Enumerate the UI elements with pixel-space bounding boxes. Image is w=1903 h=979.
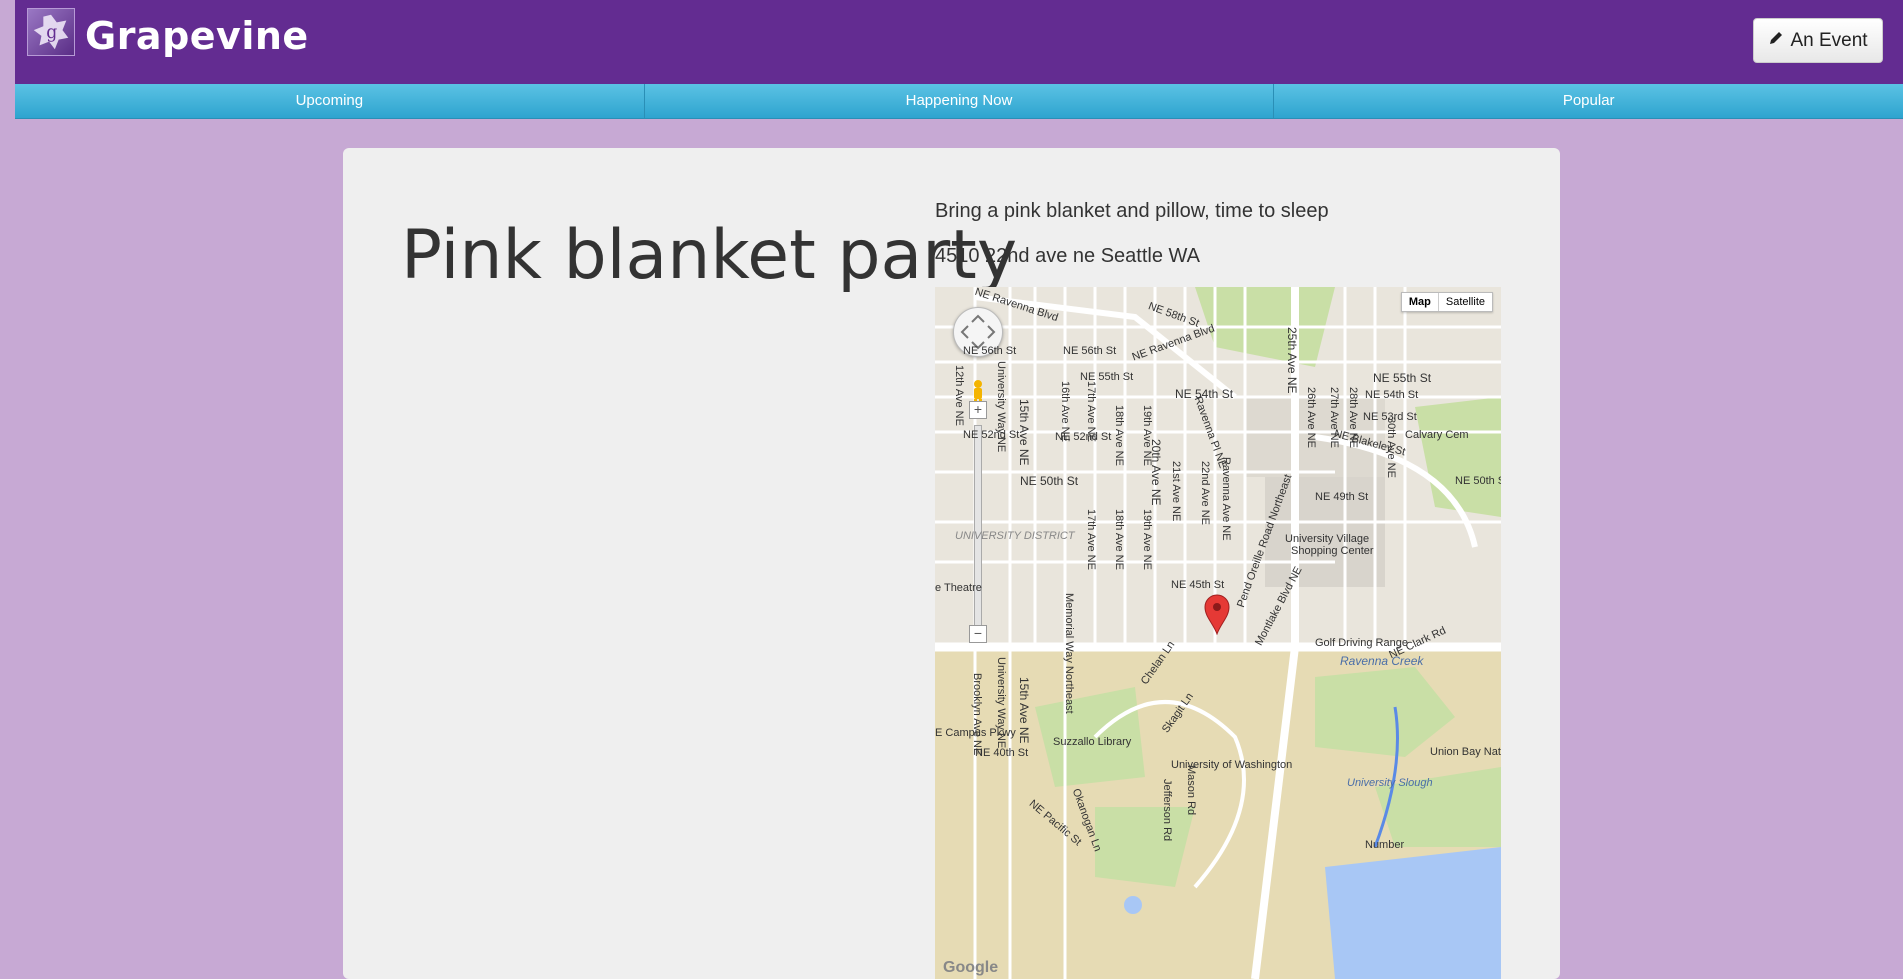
top-bar: g Grapevine An Event: [15, 0, 1903, 84]
logo-letter: g: [46, 23, 57, 43]
zoom-in-button[interactable]: +: [969, 401, 987, 419]
map-label: NE 54th St: [1365, 389, 1419, 401]
map-label: 27th Ave NE: [1328, 387, 1340, 448]
map-label: UNIVERSITY DISTRICT: [955, 530, 1075, 542]
brand-name[interactable]: Grapevine: [85, 14, 309, 58]
map-label: NE 56th St: [963, 345, 1017, 357]
map-label: 19th Ave NE: [1141, 405, 1153, 466]
map-label: NE 50th St: [1020, 474, 1079, 488]
map-label: 30th Ave NE: [1385, 417, 1397, 478]
map-type-map-button[interactable]: Map: [1402, 293, 1439, 311]
map-label: 15th Ave NE: [1017, 399, 1031, 466]
map-label: University Slough: [1347, 777, 1433, 789]
map-label: University Village: [1285, 533, 1370, 545]
event-map[interactable]: Map Satellite + − NE Ravenna Blvd NE 58t…: [935, 287, 1501, 979]
map-label: 25th Ave NE: [1285, 327, 1299, 394]
event-address: 4510 22nd ave ne Seattle WA: [935, 245, 1200, 267]
map-label: 26th Ave NE: [1305, 387, 1317, 448]
map-label: NE 49th St: [1315, 491, 1369, 503]
map-label: University Way NE: [995, 361, 1007, 453]
map-label: 18th Ave NE: [1113, 509, 1125, 570]
event-card: Pink blanket party Bring a pink blanket …: [343, 148, 1560, 979]
map-label: Brooklyn Ave NE: [971, 673, 983, 756]
nav-tabs: Upcoming Happening Now Popular: [15, 84, 1903, 119]
map-label: 21st Ave NE: [1170, 461, 1182, 522]
map-label: 17th Ave NE: [1085, 381, 1097, 442]
map-label: Calvary Cem: [1405, 429, 1469, 441]
map-label: Ravenna Ave NE: [1220, 457, 1232, 541]
map-label: Mason Rd: [1185, 765, 1197, 816]
map-label: NE 56th St: [1063, 345, 1117, 357]
map-label: Number: [1365, 839, 1405, 851]
map-label: University Way NE: [995, 657, 1007, 749]
add-event-button[interactable]: An Event: [1753, 18, 1883, 63]
map-type-satellite-button[interactable]: Satellite: [1439, 293, 1492, 311]
map-label: 28th Ave NE: [1347, 387, 1359, 448]
map-label: Ravenna Creek: [1340, 654, 1424, 668]
map-label: 15th Ave NE: [1017, 677, 1031, 744]
map-type-control: Map Satellite: [1400, 292, 1493, 312]
map-label: Suzzallo Library: [1053, 736, 1132, 748]
tab-upcoming[interactable]: Upcoming: [15, 84, 645, 118]
map-label: Union Bay Nat: [1430, 746, 1501, 758]
map-label: Shopping Center: [1291, 545, 1374, 557]
map-label: Jefferson Rd: [1161, 779, 1173, 842]
grapevine-logo-icon[interactable]: g: [27, 8, 75, 56]
zoom-out-button[interactable]: −: [969, 625, 987, 643]
zoom-slider-track[interactable]: [974, 425, 982, 627]
map-label: NE 52nd St: [963, 429, 1020, 441]
add-event-label: An Event: [1790, 29, 1868, 51]
map-label: 18th Ave NE: [1113, 405, 1125, 466]
map-label: 19th Ave NE: [1141, 509, 1153, 570]
map-label: e Theatre: [935, 582, 982, 594]
map-label: 16th Ave NE: [1059, 381, 1071, 442]
map-label: 22nd Ave NE: [1199, 461, 1211, 526]
map-label: NE 45th St: [1171, 579, 1225, 591]
map-attribution[interactable]: Google: [943, 959, 998, 977]
tab-happening-now[interactable]: Happening Now: [645, 84, 1275, 118]
event-description: Bring a pink blanket and pillow, time to…: [935, 200, 1329, 222]
event-title: Pink blanket party: [401, 216, 1018, 295]
map-label: 12th Ave NE: [953, 365, 965, 426]
pencil-icon: [1768, 30, 1784, 52]
map-label: 17th Ave NE: [1085, 509, 1097, 570]
tab-popular[interactable]: Popular: [1274, 84, 1903, 118]
map-label: Memorial Way Northeast: [1063, 593, 1075, 714]
location-marker-icon[interactable]: [1203, 593, 1231, 635]
map-label: NE 50th St: [1455, 475, 1501, 487]
map-label: NE 55th St: [1373, 371, 1432, 385]
